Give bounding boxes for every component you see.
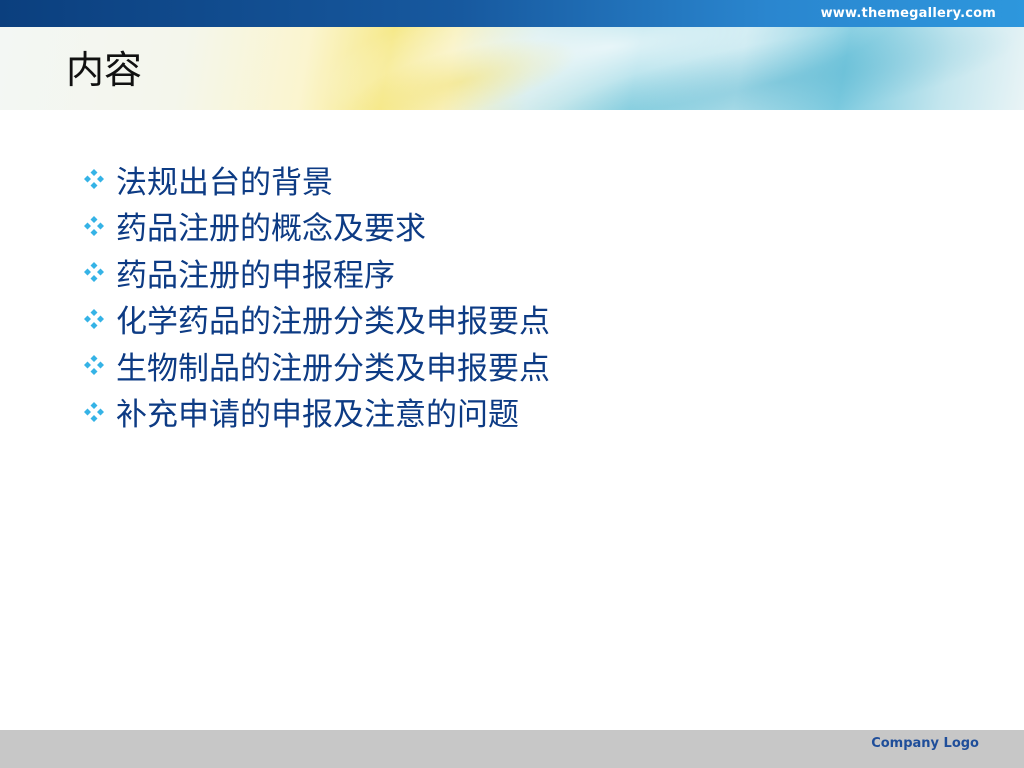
- bullet-text: 药品注册的概念及要求: [116, 211, 426, 248]
- bullet-text: 化学药品的注册分类及申报要点: [116, 304, 550, 341]
- bullet-item: 法规出台的背景: [82, 156, 550, 203]
- bullet-list: 法规出台的背景 药品注册的概念及要求 药品注册的申报程序 化学药品的注册分类及申…: [82, 156, 550, 435]
- diamond-cluster-icon: [84, 169, 104, 190]
- diamond-cluster-icon: [84, 355, 104, 376]
- slide-title: 内容: [66, 48, 143, 92]
- site-url: www.themegallery.com: [820, 6, 996, 21]
- bullet-item: 化学药品的注册分类及申报要点: [82, 296, 550, 343]
- bullet-item: 生物制品的注册分类及申报要点: [82, 342, 550, 389]
- company-logo: Company Logo: [871, 736, 979, 751]
- slide: www.themegallery.com 内容 法规出台的背景 药品注册的概念及…: [0, 0, 1024, 768]
- diamond-cluster-icon: [84, 401, 104, 422]
- bullet-text: 药品注册的申报程序: [116, 257, 395, 294]
- diamond-cluster-icon: [84, 215, 104, 236]
- bullet-item: 药品注册的概念及要求: [82, 203, 550, 250]
- bullet-item: 补充申请的申报及注意的问题: [82, 389, 550, 436]
- bullet-text: 法规出台的背景: [116, 164, 333, 201]
- bullet-text: 补充申请的申报及注意的问题: [116, 397, 519, 434]
- bullet-text: 生物制品的注册分类及申报要点: [116, 350, 550, 387]
- diamond-cluster-icon: [84, 308, 104, 329]
- footer-bar: Company Logo: [0, 730, 1024, 768]
- bullet-item: 药品注册的申报程序: [82, 249, 550, 296]
- header-band: [0, 27, 1024, 110]
- top-bar: www.themegallery.com: [0, 0, 1024, 27]
- diamond-cluster-icon: [84, 262, 104, 283]
